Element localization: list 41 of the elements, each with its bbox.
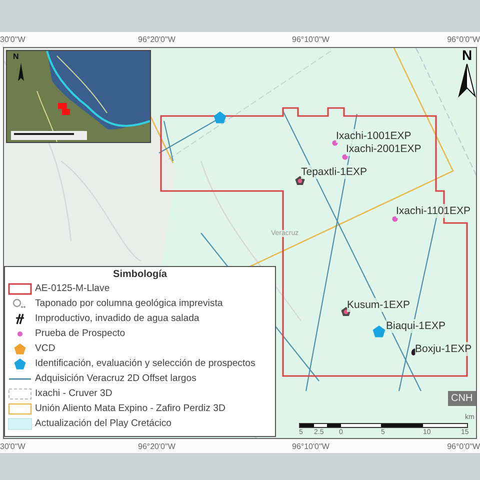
logo: CNH	[448, 391, 476, 406]
magnifier-icon	[12, 298, 26, 308]
pentagon-marker-icon	[372, 326, 386, 338]
coordinate-label: 96°0'0"W	[447, 35, 480, 44]
well-label: Boxju-1EXP	[415, 342, 472, 356]
legend-label: Adquisición Veracruz 2D Offset largos	[35, 373, 196, 384]
north-label: N	[13, 52, 19, 61]
legend-label: AE-0125-M-Llave	[35, 283, 110, 294]
outline-swatch-icon	[8, 282, 32, 294]
legend-title: Simbología	[112, 269, 168, 280]
coordinate-label: 96°10'0"W	[292, 35, 330, 44]
well-label: Ixachi-1001EXP	[336, 129, 412, 143]
well-label: Biaqui-1EXP	[386, 319, 446, 333]
legend-label: Unión Aliento Mata Expino - Zafiro Perdiz 3D	[35, 403, 226, 414]
coordinate-label: 30'0"W	[0, 35, 26, 44]
north-label: N	[460, 48, 474, 62]
dashed-outline-icon	[8, 388, 32, 399]
pentagon-marker-icon	[214, 112, 226, 124]
line-symbol-icon	[9, 378, 31, 380]
legend-label: Ixachi - Cruver 3D	[35, 388, 112, 399]
coordinate-label: 96°0'0"W	[447, 442, 480, 451]
hash-marker-icon	[15, 312, 25, 324]
legend-label: Identificación, evaluación y selección de prospectos	[35, 358, 256, 369]
outline-icon	[8, 402, 32, 414]
legend-label: Actualización del Play Cretácico	[35, 418, 172, 429]
legend-label: Improductivo, invadido de agua salada	[35, 313, 200, 324]
coordinate-label: 96°20'0"W	[138, 35, 176, 44]
coordinate-label: 96°20'0"W	[138, 442, 176, 451]
dot-marker-icon	[18, 331, 22, 336]
coordinate-label: 30'0"W	[0, 442, 26, 451]
legend-label: Taponado por columna geológica imprevista	[35, 298, 223, 309]
well-label: Ixachi-1101EXP	[396, 204, 471, 218]
pentagon-marker-icon	[14, 343, 26, 354]
well-label: Tepaxtli-1EXP	[301, 165, 367, 179]
legend-label: Prueba de Prospecto	[35, 328, 126, 339]
legend-label: VCD	[35, 343, 56, 354]
fill-swatch-icon	[8, 418, 32, 430]
pentagon-marker-icon	[14, 358, 26, 369]
well-label: Ixachi-2001EXP	[346, 142, 422, 156]
well-label: Kusum-1EXP	[347, 298, 410, 312]
coordinate-label: 96°10'0"W	[292, 442, 330, 451]
